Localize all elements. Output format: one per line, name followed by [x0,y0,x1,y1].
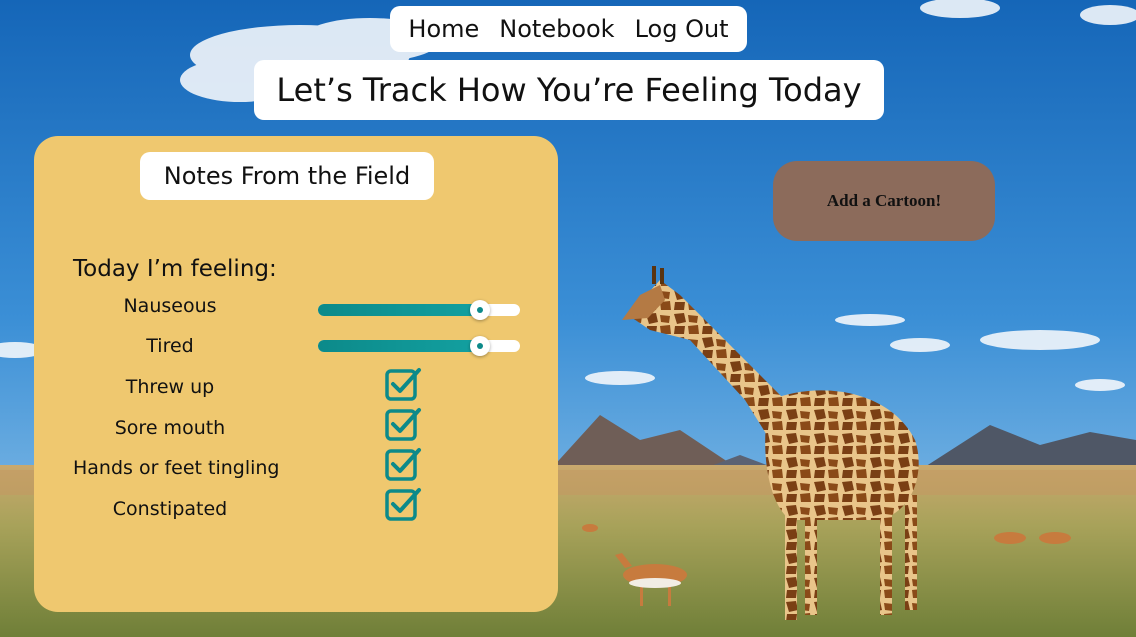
nav-logout-link[interactable]: Log Out [635,15,729,43]
slider-fill [318,304,480,316]
tired-slider[interactable] [318,336,520,356]
symptom-label-constipated: Constipated [112,498,228,520]
symptom-label-tingling: Hands or feet tingling [73,457,280,479]
nav-notebook-link[interactable]: Notebook [499,15,614,43]
slider-fill [318,340,480,352]
feeling-prompt: Today I’m feeling: [73,256,277,282]
slider-thumb[interactable] [469,336,490,356]
page-title: Let’s Track How You’re Feeling Today [254,60,884,120]
symptom-label-threw-up: Threw up [125,376,215,398]
symptom-label-sore-mouth: Sore mouth [114,417,226,439]
notes-panel: Notes From the Field Today I’m feeling: … [34,136,558,612]
threw-up-checkbox[interactable] [384,366,422,402]
tingling-checkbox[interactable] [384,446,422,482]
nauseous-slider[interactable] [318,300,520,320]
add-cartoon-button[interactable]: Add a Cartoon! [773,161,995,241]
symptom-label-nauseous: Nauseous [123,295,217,317]
sore-mouth-checkbox[interactable] [384,406,422,442]
top-nav: Home Notebook Log Out [390,6,747,52]
slider-thumb[interactable] [469,300,490,320]
panel-title: Notes From the Field [140,152,434,200]
constipated-checkbox[interactable] [384,486,422,522]
nav-home-link[interactable]: Home [408,15,479,43]
symptom-label-tired: Tired [146,335,194,357]
